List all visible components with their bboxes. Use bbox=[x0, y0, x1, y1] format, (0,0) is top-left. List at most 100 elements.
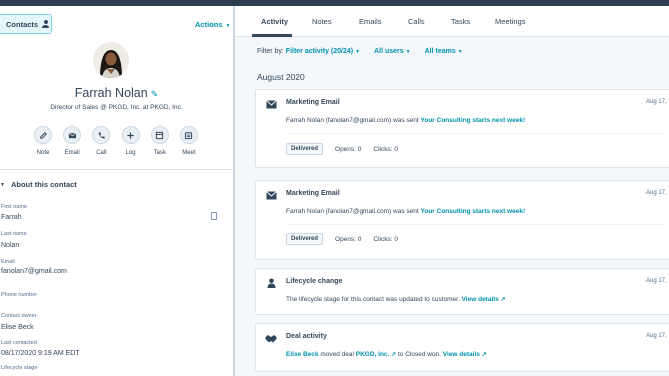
tab-calls[interactable]: Calls bbox=[408, 17, 425, 26]
email-icon bbox=[63, 126, 82, 144]
email-action-button[interactable]: Email bbox=[60, 126, 84, 156]
email-stats: Delivered Opens: 0 Clicks: 0 bbox=[286, 233, 398, 245]
field-label-email: Email bbox=[1, 259, 15, 265]
field-value-first-name[interactable]: Farrah bbox=[1, 214, 22, 221]
field-value-contact-owner[interactable]: Elise Beck bbox=[1, 324, 34, 331]
contact-name: Farrah Nolan ✎ bbox=[0, 86, 233, 100]
task-action-button[interactable]: Task bbox=[148, 126, 172, 156]
card-date: Aug 17, bbox=[646, 190, 667, 196]
about-section-title: About this contact bbox=[10, 180, 77, 189]
calendar-icon bbox=[179, 126, 198, 144]
card-title: Deal activity bbox=[286, 333, 327, 340]
phone-icon bbox=[92, 126, 111, 144]
view-details-link[interactable]: View details ↗ bbox=[443, 351, 487, 358]
actions-dropdown[interactable]: Actions ▼ bbox=[195, 20, 230, 29]
card-date: Aug 17, bbox=[646, 333, 667, 339]
section-divider bbox=[0, 169, 233, 170]
card-text-moved: moved deal bbox=[318, 351, 356, 358]
view-details-label: View details bbox=[442, 351, 480, 358]
about-section-toggle[interactable]: ▼ About this contact bbox=[0, 180, 77, 189]
view-details-label: View details bbox=[461, 296, 499, 303]
card-text-prefix: The lifecycle stage for this contact was… bbox=[286, 296, 462, 303]
all-users-dropdown[interactable]: All users ▼ bbox=[374, 48, 411, 55]
contact-sidebar: Contacts Actions ▼ Farrah Nolan ✎ Director… bbox=[0, 6, 233, 376]
log-label: Log bbox=[125, 150, 136, 156]
card-title: Lifecycle change bbox=[286, 278, 343, 285]
tab-emails[interactable]: Emails bbox=[359, 17, 382, 26]
quick-actions: Note Email Call Log Task Meet bbox=[31, 126, 201, 156]
external-link-icon: ↗ bbox=[500, 297, 506, 303]
external-link-icon: ↗ bbox=[481, 352, 487, 358]
month-heading: August 2020 bbox=[257, 72, 305, 82]
note-action-button[interactable]: Note bbox=[31, 126, 55, 156]
avatar[interactable] bbox=[93, 42, 129, 78]
note-icon bbox=[34, 126, 52, 144]
card-date: Aug 17, bbox=[646, 278, 667, 284]
tab-activity[interactable]: Activity bbox=[261, 17, 288, 26]
filter-label: Filter by: Filter activity (20/24) ▼ bbox=[257, 48, 360, 55]
person-icon bbox=[42, 20, 50, 28]
activity-panel: Activity Notes Emails Calls Tasks Meetin… bbox=[235, 6, 669, 376]
plus-icon bbox=[121, 126, 140, 144]
field-label-lifecycle-stage: Lifecycle stage bbox=[1, 365, 38, 371]
meet-label: Meet bbox=[182, 150, 196, 156]
all-teams-dropdown[interactable]: All teams ▼ bbox=[425, 48, 463, 55]
contact-name-text: Farrah Nolan bbox=[74, 86, 148, 100]
person-icon bbox=[265, 278, 277, 288]
owner-link[interactable]: Elise Beck bbox=[286, 351, 319, 358]
status-badge: Delivered bbox=[286, 233, 324, 245]
contacts-breadcrumb-button[interactable]: Contacts bbox=[0, 14, 52, 34]
email-link[interactable]: Your Consulting starts next week! bbox=[421, 208, 526, 215]
card-text-prefix: Farrah Nolan (fanolan7@gmail.com) was se… bbox=[286, 208, 421, 215]
contact-title: Director of Sales @ PKGD, Inc. at PKGD, … bbox=[50, 104, 183, 111]
field-value-last-name[interactable]: Nolan bbox=[1, 242, 19, 249]
card-separator bbox=[286, 224, 666, 225]
caret-down-icon: ▼ bbox=[225, 23, 231, 29]
opens-count: Opens: 0 bbox=[335, 235, 362, 243]
deal-label: PKGD, Inc. bbox=[355, 351, 390, 358]
field-label-contact-owner: Contact owner bbox=[1, 313, 37, 319]
chevron-down-icon: ▼ bbox=[0, 181, 5, 188]
field-value-email[interactable]: fanolan7@gmail.com bbox=[1, 268, 67, 275]
filter-activity-label: Filter activity (20/24) bbox=[285, 48, 354, 55]
email-icon bbox=[265, 190, 277, 200]
contacts-label: Contacts bbox=[6, 19, 39, 29]
log-action-button[interactable]: Log bbox=[119, 126, 143, 156]
email-label: Email bbox=[64, 150, 80, 156]
tab-notes[interactable]: Notes bbox=[312, 17, 332, 26]
note-label: Note bbox=[36, 150, 50, 156]
activity-card-marketing-email[interactable]: Marketing Email Aug 17, Farrah Nolan (fa… bbox=[255, 89, 669, 168]
card-title: Marketing Email bbox=[286, 190, 340, 197]
deal-link[interactable]: PKGD, Inc. ↗ bbox=[356, 351, 396, 358]
email-stats: Delivered Opens: 0 Clicks: 0 bbox=[286, 143, 398, 155]
view-details-link[interactable]: View details ↗ bbox=[462, 296, 506, 303]
filter-bar: Filter by: Filter activity (20/24) ▼ All … bbox=[257, 48, 463, 55]
status-badge: Delivered bbox=[286, 143, 324, 155]
activity-card-marketing-email[interactable]: Marketing Email Aug 17, Farrah Nolan (fa… bbox=[255, 180, 669, 260]
active-tab-indicator bbox=[252, 34, 292, 37]
filter-activity-dropdown[interactable]: Filter activity (20/24) ▼ bbox=[286, 48, 360, 55]
activity-card-lifecycle-change[interactable]: Lifecycle change Aug 17, The lifecycle s… bbox=[255, 268, 669, 315]
card-separator bbox=[286, 133, 666, 134]
field-value-last-contacted[interactable]: 08/17/2020 9:19 AM EDT bbox=[1, 350, 80, 357]
filter-label-text: Filter by: bbox=[257, 48, 284, 55]
tab-tasks[interactable]: Tasks bbox=[451, 17, 470, 26]
copy-icon[interactable] bbox=[211, 212, 217, 220]
card-title: Marketing Email bbox=[286, 99, 340, 106]
call-action-button[interactable]: Call bbox=[89, 126, 113, 156]
task-label: Task bbox=[153, 150, 166, 156]
meet-action-button[interactable]: Meet bbox=[177, 126, 201, 156]
email-link[interactable]: Your Consulting starts next week! bbox=[421, 117, 526, 124]
call-label: Call bbox=[96, 150, 107, 156]
tab-meetings[interactable]: Meetings bbox=[495, 17, 525, 26]
edit-pencil-icon[interactable]: ✎ bbox=[151, 89, 159, 99]
activity-card-deal-activity[interactable]: Deal activity Aug 17, Elise Beck moved d… bbox=[255, 323, 669, 372]
field-label-phone: Phone number bbox=[1, 292, 38, 298]
handshake-icon bbox=[265, 333, 277, 343]
card-text: Farrah Nolan (fanolan7@gmail.com) was se… bbox=[286, 117, 525, 124]
task-icon bbox=[150, 126, 169, 144]
card-text: Elise Beck moved deal PKGD, Inc. ↗ to Cl… bbox=[286, 351, 487, 358]
tab-bar: Activity Notes Emails Calls Tasks Meetin… bbox=[235, 6, 669, 37]
caret-down-icon: ▼ bbox=[457, 49, 463, 55]
clicks-count: Clicks: 0 bbox=[373, 145, 398, 153]
